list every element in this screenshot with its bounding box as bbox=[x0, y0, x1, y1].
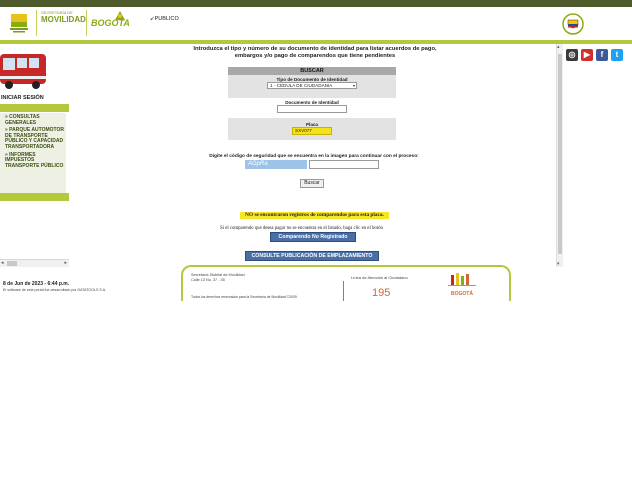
main-vertical-scrollbar[interactable]: ▴ ▾ bbox=[556, 44, 563, 267]
bogota-logo[interactable]: BOGOTA bbox=[86, 10, 134, 36]
doc-input[interactable] bbox=[277, 105, 347, 113]
tipo-doc-value: 1 - CEDULA DE CIUDADANIA bbox=[270, 83, 333, 88]
sidebar-band-top bbox=[0, 104, 69, 112]
comparendo-no-registrado-button[interactable]: Comparendo No Registrado bbox=[270, 232, 356, 242]
footer: Secretaría Distrital de Movilidad Calle … bbox=[181, 265, 511, 301]
footer-line1: Secretaría Distrital de Movilidad bbox=[191, 273, 245, 277]
sidebar-band-bottom bbox=[0, 193, 69, 201]
footer-divider bbox=[343, 281, 344, 301]
bogota-footer-logo[interactable]: BOGOTÁ bbox=[445, 271, 479, 301]
search-panel: BUSCAR Tipo de Documento de Identidad 1 … bbox=[228, 67, 396, 140]
alcaldia-logo[interactable] bbox=[8, 12, 30, 34]
linea-atencion-label: Línea de Atención al Ciudadano bbox=[351, 275, 408, 280]
instagram-icon[interactable]: ◎ bbox=[566, 49, 578, 61]
facebook-icon[interactable]: f bbox=[596, 49, 608, 61]
buscar-button[interactable]: Buscar bbox=[300, 179, 324, 188]
top-bar bbox=[0, 0, 632, 7]
copyright-text: El software de este portal fue desarroll… bbox=[3, 288, 107, 292]
doc-box: Documento de Identidad bbox=[228, 98, 396, 118]
footer-rights: Todos los derechos reservados para la Se… bbox=[191, 295, 297, 299]
intro-text: Introduzca el tipo y número de su docume… bbox=[193, 46, 437, 59]
tipo-doc-select[interactable]: 1 - CEDULA DE CIUDADANIA ▾ bbox=[267, 82, 357, 89]
publico-label: PUBLICO bbox=[154, 16, 179, 22]
footer-address: Secretaría Distrital de Movilidad Calle … bbox=[191, 273, 245, 282]
consulte-publicacion-button[interactable]: CONSULTE PUBLICACIÓN DE EMPLAZAMIENTO bbox=[245, 251, 379, 261]
panel-title: BUSCAR bbox=[228, 67, 396, 75]
captcha-input[interactable] bbox=[309, 160, 379, 169]
header-divider bbox=[0, 40, 632, 44]
no-records-message: NO se encontraron registros de comparend… bbox=[240, 212, 389, 219]
sidebar-item-informes[interactable]: » INFORMES IMPUESTOS TRANSPORTE PÚBLICO bbox=[0, 152, 66, 170]
scroll-up-icon[interactable]: ▴ bbox=[557, 44, 560, 50]
current-date: 8 de Jun de 2023 - 6:44 p.m. bbox=[3, 281, 70, 287]
scroll-down-icon[interactable]: ▾ bbox=[557, 261, 560, 267]
vertical-scroll-thumb[interactable] bbox=[558, 54, 562, 254]
tipo-doc-box: Tipo de Documento de Identidad 1 - CEDUL… bbox=[228, 75, 396, 98]
bus-image bbox=[0, 48, 50, 90]
sidebar-item-consultas[interactable]: » CONSULTAS GENERALES bbox=[0, 114, 66, 126]
sidebar-item-parque[interactable]: » PARQUE AUTOMOTOR DE TRANSPORTE PÚBLICO… bbox=[0, 127, 66, 150]
footer-bogota-text: BOGOTÁ bbox=[451, 291, 473, 297]
footer-line2: Calle 13 No. 37 - 35 bbox=[191, 277, 225, 282]
scroll-left-icon[interactable]: ◂ bbox=[1, 260, 4, 266]
captcha-image: AGpRa bbox=[245, 160, 307, 169]
sidebar-menu: » CONSULTAS GENERALES » PARQUE AUTOMOTOR… bbox=[0, 113, 66, 193]
scroll-right-icon[interactable]: ▸ bbox=[64, 260, 67, 266]
social-links: ◎ ▶ f t bbox=[566, 49, 626, 63]
movilidad-logo[interactable]: SECRETARÍA DE MOVILIDAD bbox=[36, 10, 86, 36]
captcha-label: Digite el código de seguridad que se enc… bbox=[209, 154, 419, 159]
youtube-icon[interactable]: ▶ bbox=[581, 49, 593, 61]
sidebar-horizontal-scrollbar[interactable]: ◂ ▸ bbox=[0, 259, 69, 267]
twitter-icon[interactable]: t bbox=[611, 49, 623, 61]
placa-box: Placa SXV077 bbox=[228, 118, 396, 140]
placa-input[interactable]: SXV077 bbox=[292, 127, 332, 135]
movilidad-text: MOVILIDAD bbox=[41, 15, 86, 24]
publico-link[interactable]: ↙PUBLICO bbox=[150, 16, 179, 22]
scroll-thumb[interactable] bbox=[7, 261, 17, 266]
escudo-colombia-icon[interactable] bbox=[562, 13, 584, 35]
linea-atencion-number: 195 bbox=[372, 287, 391, 299]
chevron-down-icon: ▾ bbox=[352, 83, 355, 88]
iniciar-sesion-link[interactable]: INICIAR SESIÓN bbox=[1, 95, 44, 101]
instruction-text: Si el comparendo que desea pagar no se e… bbox=[220, 226, 383, 231]
